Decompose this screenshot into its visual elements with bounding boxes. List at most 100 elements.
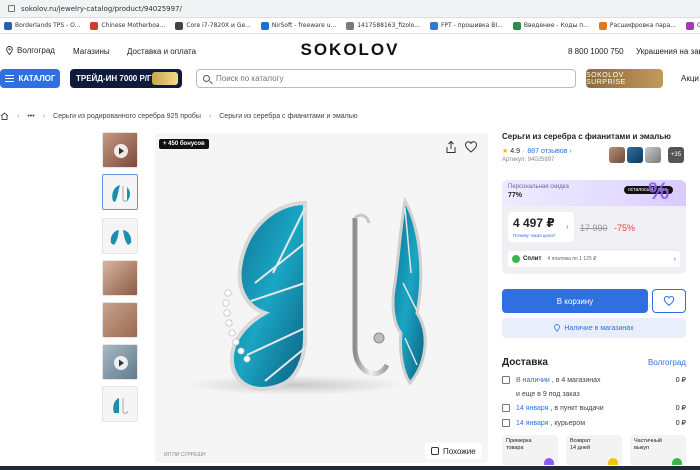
card-return[interactable]: Возврат 14 дней bbox=[566, 435, 622, 465]
location-pin-icon bbox=[554, 324, 561, 332]
add-to-cart-button[interactable]: В корзину bbox=[502, 289, 648, 313]
percent-decoration: % bbox=[648, 178, 670, 205]
similar-label: Похожие bbox=[443, 446, 476, 456]
thumbnail-video-2[interactable] bbox=[102, 344, 138, 380]
thumbnail-earrings[interactable] bbox=[102, 174, 138, 210]
similar-icon bbox=[431, 447, 439, 455]
hanger-icon bbox=[544, 458, 554, 465]
bookmark-item[interactable]: GPU – сравнение д... bbox=[686, 21, 700, 30]
phone-number[interactable]: 8 800 1000 750 bbox=[568, 47, 624, 56]
favicon-icon bbox=[598, 21, 607, 30]
favicon-icon bbox=[512, 21, 521, 30]
delivery-row-courier[interactable]: 14 января , курьером 0 ₽ bbox=[502, 419, 686, 427]
thumbnail-earrings-front[interactable] bbox=[102, 218, 138, 254]
discount-label: Персональная скидка bbox=[508, 184, 569, 190]
discount-percent: -75% bbox=[614, 223, 636, 233]
delivery-title: Доставка bbox=[502, 357, 548, 368]
favicon-icon bbox=[175, 21, 184, 30]
bookmark-item[interactable]: 1417588163_fizolo... bbox=[346, 21, 420, 30]
play-icon bbox=[114, 144, 128, 158]
similar-button[interactable]: Похожие bbox=[425, 443, 482, 459]
bonus-badge: + 450 бонусов bbox=[159, 139, 209, 149]
delivery-city-link[interactable]: Волгоград bbox=[648, 358, 686, 367]
product-title: Серьги из серебра с фианитами и эмалью bbox=[502, 132, 672, 141]
split-logo-icon bbox=[512, 255, 520, 263]
current-price: 4 497 ₽ bbox=[513, 216, 555, 230]
return-icon bbox=[608, 458, 618, 465]
price-why-link[interactable]: Почему такая цена? bbox=[513, 233, 555, 238]
os-taskbar bbox=[0, 466, 700, 470]
tradein-banner[interactable]: ТРЕЙД-ИН 7000 Р/Г bbox=[70, 69, 182, 88]
heart-icon bbox=[663, 296, 675, 306]
delivery-row-pickup[interactable]: 14 января , в пункт выдачи 0 ₽ bbox=[502, 404, 686, 412]
breadcrumb-item[interactable]: Серьги из родированного серебра 925 проб… bbox=[53, 113, 201, 120]
nav-custom-jewelry[interactable]: Украшения на заказ bbox=[636, 47, 700, 56]
bookmark-item[interactable]: Введение - Коды п... bbox=[512, 21, 589, 30]
search-input[interactable] bbox=[216, 74, 556, 83]
store-label: Наличие в магазинах bbox=[564, 324, 634, 332]
split-text: 4 платежа по 1 125 ₽ bbox=[547, 256, 597, 262]
review-photos-more[interactable]: +35 bbox=[668, 147, 684, 163]
breadcrumb-more[interactable]: ••• bbox=[27, 113, 34, 120]
nav-promo[interactable]: Акци bbox=[681, 74, 699, 83]
earring-thumb-icon bbox=[112, 185, 130, 202]
url-text[interactable]: sokolov.ru/jewelry-catalog/product/94025… bbox=[21, 5, 182, 13]
search-box[interactable] bbox=[196, 69, 576, 88]
bookmark-item[interactable]: FPT - прошивка BI... bbox=[429, 21, 503, 30]
surprise-button[interactable]: SOKOLOV SURPRISE bbox=[586, 69, 663, 88]
heart-icon[interactable] bbox=[464, 140, 478, 154]
earring-thumb-icon bbox=[113, 398, 129, 414]
menu-icon bbox=[4, 75, 14, 82]
bookmark-item[interactable]: Расшифровка пара... bbox=[598, 21, 676, 30]
search-icon bbox=[203, 75, 210, 82]
split-name: Сплит bbox=[523, 256, 542, 262]
courier-icon bbox=[502, 419, 510, 427]
share-icon[interactable] bbox=[444, 140, 458, 154]
review-photo[interactable] bbox=[609, 147, 625, 163]
breadcrumb-item[interactable]: Серьги из серебра с фианитами и эмалью bbox=[219, 113, 357, 120]
tradein-label: ТРЕЙД-ИН 7000 Р/Г bbox=[76, 74, 152, 83]
thumbnail-model-1[interactable] bbox=[102, 260, 138, 296]
card-tryon[interactable]: Примерка товара bbox=[502, 435, 558, 465]
breadcrumb: › ••• › Серьги из родированного серебра … bbox=[0, 110, 700, 122]
review-photo[interactable] bbox=[645, 147, 661, 163]
split-payment[interactable]: Сплит 4 платежа по 1 125 ₽ › bbox=[508, 251, 680, 267]
delivery-row-stores[interactable]: В наличии , в 4 магазинах 0 ₽ bbox=[502, 376, 686, 384]
thumbnail-video[interactable] bbox=[102, 132, 138, 168]
bookmark-item[interactable]: Chinese Motherboa... bbox=[90, 21, 165, 30]
delivery-order-note: и еще в 9 под заказ bbox=[516, 391, 580, 398]
address-bar[interactable]: sokolov.ru/jewelry-catalog/product/94025… bbox=[0, 0, 700, 18]
reviews-link[interactable]: 887 отзывов bbox=[527, 148, 567, 155]
review-photo[interactable] bbox=[627, 147, 643, 163]
favicon-icon bbox=[346, 21, 355, 30]
discount-value: 77% bbox=[508, 192, 523, 199]
rating-row[interactable]: ★ 4.9 · 887 отзывов › bbox=[502, 147, 572, 156]
store-availability-button[interactable]: Наличие в магазинах bbox=[502, 318, 686, 338]
chevron-right-icon: › bbox=[17, 112, 20, 120]
chevron-right-icon: › bbox=[566, 222, 569, 231]
chevron-right-icon: › bbox=[569, 147, 572, 155]
thumbnail-earrings-side[interactable] bbox=[102, 386, 138, 422]
favicon-icon bbox=[4, 21, 12, 30]
chevron-right-icon: › bbox=[673, 255, 676, 263]
home-icon[interactable] bbox=[0, 112, 9, 120]
article-number: Артикул: 94025997 bbox=[502, 157, 555, 163]
bookmark-item[interactable]: Core i7-7820X и Ge... bbox=[175, 21, 251, 30]
favicon-icon bbox=[90, 21, 99, 30]
chevron-right-icon: › bbox=[208, 112, 212, 120]
favorite-button[interactable] bbox=[652, 289, 686, 313]
bookmark-item[interactable]: Borderlands TPS - O... bbox=[4, 21, 80, 30]
image-caption: ИЛ ПИ СУРРЕШН bbox=[164, 452, 206, 458]
truck-icon bbox=[502, 404, 510, 412]
favicon-icon bbox=[260, 21, 269, 30]
earring-thumb-icon bbox=[110, 230, 132, 245]
favicon-icon bbox=[686, 21, 695, 30]
product-image[interactable] bbox=[155, 133, 488, 463]
card-partial-buyout[interactable]: Частичный выкуп bbox=[630, 435, 686, 465]
bookmarks-bar: Borderlands TPS - O... Chinese Motherboa.… bbox=[0, 18, 700, 34]
thumbnail-model-2[interactable] bbox=[102, 302, 138, 338]
catalog-button[interactable]: КАТАЛОГ bbox=[0, 69, 60, 88]
bookmark-item[interactable]: NirSoft - freeware u... bbox=[260, 21, 336, 30]
gold-bar-icon bbox=[152, 72, 178, 85]
star-icon: ★ bbox=[502, 148, 509, 155]
